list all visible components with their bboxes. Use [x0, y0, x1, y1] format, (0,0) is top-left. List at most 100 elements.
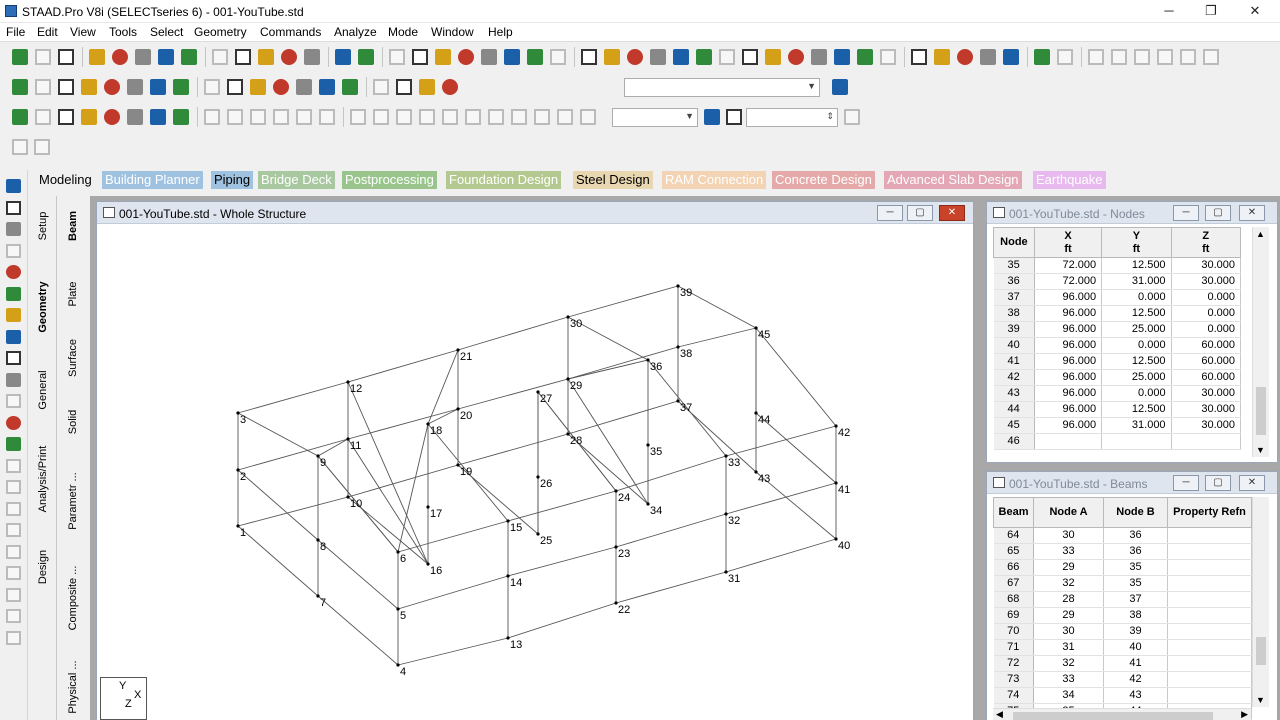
toolbar-tool-icon[interactable] [227, 79, 243, 95]
nodes-window-titlebar[interactable]: 001-YouTube.std - Nodes ─ ▢ ✕ [987, 202, 1277, 224]
minimize-button[interactable]: ─ [1146, 0, 1192, 23]
page-tab-bridge-deck[interactable]: Bridge Deck [258, 171, 335, 189]
side-tool-icon[interactable] [6, 179, 21, 193]
menu-file[interactable]: File [6, 25, 25, 39]
toolbar-tool-icon[interactable] [135, 49, 151, 65]
table-row[interactable]: 41 96.000 12.500 60.000 [993, 353, 1242, 370]
subtab-parametr-[interactable]: Parametr ... [60, 458, 86, 544]
table-cell[interactable]: 60.000 [1171, 369, 1242, 386]
nodes-scrollbar[interactable]: ▲ ▼ [1252, 227, 1269, 457]
table-row[interactable]: 46 [993, 433, 1242, 450]
nodes-column-header[interactable]: Node [993, 227, 1035, 258]
toolbar-tool-icon[interactable] [81, 109, 97, 125]
row-header-cell[interactable]: 74 [993, 687, 1034, 704]
table-row[interactable]: 66 29 35 [993, 559, 1252, 576]
toolbar-tool-icon[interactable] [527, 49, 543, 65]
nodes-column-header[interactable]: Yft [1101, 227, 1172, 258]
toolbar-tool-icon[interactable] [173, 79, 189, 95]
table-cell[interactable]: 30.000 [1171, 401, 1242, 418]
table-cell[interactable]: 30 [1033, 623, 1104, 640]
side-tool-icon[interactable] [6, 372, 21, 387]
toolbar-tool-icon[interactable] [204, 109, 220, 125]
toolbar-tool-icon[interactable] [35, 109, 51, 125]
toolbar-tool-icon[interactable] [834, 49, 850, 65]
beam-member[interactable] [237, 469, 319, 541]
toolbar-tool-icon[interactable] [534, 109, 550, 125]
side-tool-icon[interactable] [6, 587, 21, 602]
table-cell[interactable]: 28 [1033, 591, 1104, 608]
toolbar-tool-icon[interactable] [34, 139, 50, 155]
beam-member[interactable] [725, 425, 837, 457]
beams-column-header[interactable]: Node A [1033, 497, 1104, 528]
toolbar-tool-icon[interactable] [296, 109, 312, 125]
download-icon[interactable] [844, 109, 860, 125]
toolbar-tool-icon[interactable] [581, 49, 597, 65]
toolbar-tool-icon[interactable] [719, 49, 735, 65]
toolbar-tool-icon[interactable] [358, 49, 374, 65]
toolbar-tool-icon[interactable] [235, 49, 251, 65]
table-row[interactable]: 43 96.000 0.000 30.000 [993, 385, 1242, 402]
table-row[interactable]: 39 96.000 25.000 0.000 [993, 321, 1242, 338]
toolbar-tool-icon[interactable] [35, 49, 51, 65]
toolbar-tool-icon[interactable] [1034, 49, 1050, 65]
scroll-left-icon[interactable]: ◀ [996, 709, 1003, 720]
table-cell[interactable] [1167, 591, 1252, 608]
row-header-cell[interactable]: 64 [993, 527, 1034, 544]
table-row[interactable]: 73 33 42 [993, 671, 1252, 688]
menu-select[interactable]: Select [150, 25, 183, 39]
toolbar-tool-icon[interactable] [104, 109, 120, 125]
menu-commands[interactable]: Commands [260, 25, 321, 39]
menu-analyze[interactable]: Analyze [334, 25, 377, 39]
toolbar-tool-icon[interactable] [104, 79, 120, 95]
side-tool-icon[interactable] [6, 609, 21, 623]
toolbar-tool-icon[interactable] [173, 109, 189, 125]
toolbar-tool-icon[interactable] [650, 49, 666, 65]
beams-scroll-thumb[interactable] [1256, 637, 1266, 665]
table-row[interactable]: 36 72.000 31.000 30.000 [993, 273, 1242, 290]
beams-table[interactable]: Beam Node A Node B Property Refn 64 30 36 65 33 3… [993, 497, 1252, 720]
beam-member[interactable] [237, 412, 319, 457]
table-cell[interactable]: 29 [1033, 607, 1104, 624]
table-row[interactable]: 71 31 40 [993, 639, 1252, 656]
structure-close-button[interactable]: ✕ [939, 205, 965, 221]
toolbar-tool-icon[interactable] [557, 109, 573, 125]
side-tool-icon[interactable] [6, 458, 21, 473]
toolbar-tool-icon[interactable] [673, 49, 689, 65]
row-header-cell[interactable]: 41 [993, 353, 1035, 370]
scroll-down-icon[interactable]: ▼ [1256, 445, 1265, 455]
table-cell[interactable]: 32 [1033, 575, 1104, 592]
toolbar-tool-icon[interactable] [127, 109, 143, 125]
table-cell[interactable]: 33 [1033, 543, 1104, 560]
subtab-physical-[interactable]: Physical ... [60, 654, 86, 720]
beam-member[interactable] [615, 513, 727, 548]
beam-member[interactable] [237, 381, 349, 414]
page-tab-advanced-slab-design[interactable]: Advanced Slab Design [884, 171, 1022, 189]
toolbar-tool-icon[interactable] [604, 49, 620, 65]
page-tab-steel-design[interactable]: Steel Design [573, 171, 653, 189]
table-cell[interactable]: 0.000 [1101, 337, 1172, 354]
table-cell[interactable]: 96.000 [1034, 417, 1103, 434]
toolbar-tool-icon[interactable] [258, 49, 274, 65]
table-cell[interactable]: 0.000 [1171, 289, 1242, 306]
menu-edit[interactable]: Edit [37, 25, 58, 39]
toolbar-tool-icon[interactable] [304, 49, 320, 65]
nodes-column-header[interactable]: Zft [1170, 227, 1242, 258]
row-header-cell[interactable]: 66 [993, 559, 1034, 576]
table-cell[interactable]: 30.000 [1171, 417, 1242, 434]
beam-member[interactable] [397, 520, 509, 553]
subtab-beam[interactable]: Beam [60, 196, 86, 256]
toolbar-tool-icon[interactable] [112, 49, 128, 65]
toolbar-tool-icon[interactable] [442, 79, 458, 95]
toolbar-tool-icon[interactable] [273, 109, 289, 125]
row-header-cell[interactable]: 68 [993, 591, 1034, 608]
table-cell[interactable]: 96.000 [1034, 321, 1103, 338]
toolbar-tool-icon[interactable] [465, 109, 481, 125]
table-cell[interactable]: 12.500 [1101, 257, 1172, 274]
beam-member[interactable] [237, 525, 319, 597]
table-row[interactable]: 37 96.000 0.000 0.000 [993, 289, 1242, 306]
toolbar-tool-icon[interactable] [442, 109, 458, 125]
toolbar-tool-icon[interactable] [319, 109, 335, 125]
toolbar-tool-icon[interactable] [12, 49, 28, 65]
toolbar-tool-icon[interactable] [150, 109, 166, 125]
toolbar-tool-icon[interactable] [435, 49, 451, 65]
